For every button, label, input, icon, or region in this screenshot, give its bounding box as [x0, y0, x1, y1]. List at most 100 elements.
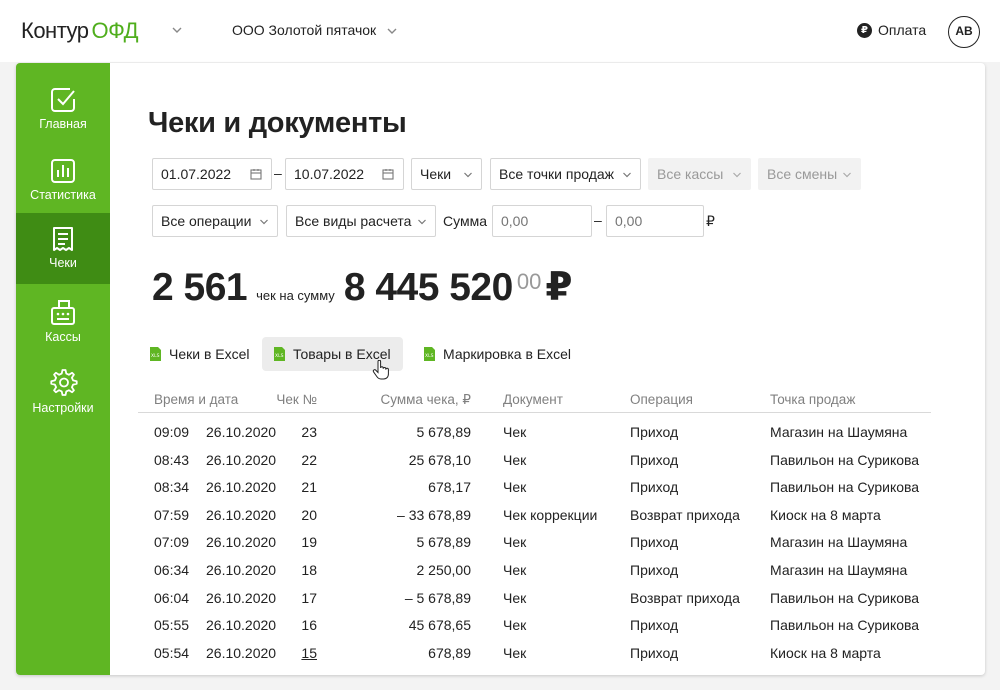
cell-number: 16 — [301, 617, 317, 634]
chevron-down-icon[interactable] — [171, 24, 183, 36]
cell-number[interactable]: 15 — [301, 645, 317, 661]
cell-document: Чек коррекции — [503, 506, 598, 523]
date-to-field[interactable]: 10.07.2022 — [285, 158, 404, 190]
payment-types-select[interactable]: Все виды расчета — [286, 205, 436, 237]
cell-point: Павильон на Сурикова — [770, 617, 920, 634]
logo-text-ofd: ОФД — [91, 18, 139, 43]
col-header-time-date[interactable]: Время и дата — [154, 392, 238, 407]
bar-chart-icon — [51, 159, 75, 183]
chevron-down-icon — [260, 219, 268, 225]
shifts-select[interactable]: Все смены — [758, 158, 861, 190]
date-to-value: 10.07.2022 — [294, 166, 365, 182]
points-select[interactable]: Все точки продаж — [490, 158, 641, 190]
sum-label: Сумма — [443, 213, 487, 229]
table-row[interactable]: 05:55 26.10.2020 16 45 678,65 Чек Приход… — [138, 610, 931, 638]
table-row[interactable]: 08:34 26.10.2020 21 678,17 Чек Приход Па… — [138, 472, 931, 500]
operations-select[interactable]: Все операции — [152, 205, 278, 237]
top-bar: Контур ОФД ООО Золотой пятачок ₽ Оплата А… — [0, 0, 1000, 62]
cell-sum: – 5 678,89 — [404, 589, 471, 606]
calendar-icon[interactable] — [382, 168, 394, 180]
table-row[interactable]: 09:09 26.10.2020 23 5 678,89 Чек Приход … — [138, 417, 931, 445]
cell-time: 09:09 — [154, 424, 190, 440]
col-header-document[interactable]: Документ — [503, 392, 563, 407]
doc-type-value: Чеки — [420, 166, 452, 182]
cell-operation: Приход — [630, 534, 679, 551]
content-area: Чеки и документы 01.07.2022 – 10.07.2022… — [110, 63, 985, 675]
cell-operation: Приход — [630, 424, 679, 440]
table-row[interactable]: 08:43 26.10.2020 22 25 678,10 Чек Приход… — [138, 445, 931, 473]
cell-date: 26.10.2020 — [206, 644, 277, 661]
cell-date: 26.10.2020 — [206, 479, 277, 496]
cell-sum: 678,17 — [428, 479, 471, 496]
chevron-down-icon[interactable] — [386, 25, 398, 37]
col-header-number[interactable]: Чек № — [276, 392, 317, 407]
calendar-icon[interactable] — [250, 168, 262, 180]
sum-from-input[interactable] — [492, 205, 592, 237]
payment-link[interactable]: ₽ Оплата — [857, 22, 926, 38]
receipts-count: 2 561 — [152, 266, 248, 309]
cell-number: 20 — [301, 506, 317, 523]
col-header-sum[interactable]: Сумма чека, ₽ — [380, 392, 471, 408]
date-from-value: 01.07.2022 — [161, 166, 232, 182]
cell-point: Киоск на 8 марта — [770, 644, 881, 661]
cell-number: 18 — [301, 561, 317, 578]
cell-date: 26.10.2020 — [206, 534, 277, 551]
chevron-down-icon — [843, 172, 851, 178]
table-row[interactable]: 07:59 26.10.2020 20 – 33 678,89 Чек корр… — [138, 500, 931, 528]
svg-text:XLS: XLS — [425, 353, 434, 359]
cell-number: 22 — [301, 451, 317, 468]
col-header-point[interactable]: Точка продаж — [770, 392, 855, 407]
avatar[interactable]: АВ — [948, 16, 980, 48]
ruble-circle-icon: ₽ — [857, 22, 872, 38]
table-row[interactable]: 06:34 26.10.2020 18 2 250,00 Чек Приход … — [138, 555, 931, 583]
shifts-value: Все смены — [767, 166, 838, 182]
cell-document: Чек — [503, 589, 527, 606]
logo[interactable]: Контур ОФД — [21, 18, 139, 44]
sidebar-item-registers[interactable]: Кассы — [16, 292, 110, 363]
export-marking-label: Маркировка в Excel — [443, 346, 572, 362]
receipt-icon — [53, 227, 73, 251]
sum-to-input[interactable] — [606, 205, 704, 237]
cell-operation: Приход — [630, 561, 679, 578]
receipts-summary: 2 561 чек на сумму 8 445 520 00 ₽ — [152, 265, 572, 310]
table-row[interactable]: 07:09 26.10.2020 19 5 678,89 Чек Приход … — [138, 527, 931, 555]
col-header-operation[interactable]: Операция — [630, 392, 693, 407]
sidebar-item-statistics[interactable]: Статистика — [16, 150, 110, 221]
cell-number: 21 — [301, 479, 317, 496]
cell-operation: Возврат прихода — [630, 589, 740, 606]
cell-sum: 45 678,65 — [408, 617, 471, 634]
sidebar-item-home[interactable]: Главная — [16, 79, 110, 150]
cell-document: Чек — [503, 644, 527, 661]
export-receipts-button[interactable]: XLS Чеки в Excel — [138, 337, 262, 371]
registers-value: Все кассы — [657, 166, 724, 182]
sidebar-item-label: Настройки — [32, 401, 94, 415]
cell-sum: 678,89 — [428, 644, 471, 661]
cell-operation: Возврат прихода — [630, 506, 740, 523]
cell-time: 07:09 — [154, 534, 190, 551]
hand-cursor-icon — [372, 360, 389, 380]
sidebar-item-label: Чеки — [49, 256, 77, 270]
export-marking-button[interactable]: XLS Маркировка в Excel — [412, 337, 583, 371]
cell-point: Киоск на 8 марта — [770, 506, 881, 523]
sidebar-item-receipts[interactable]: Чеки — [16, 213, 110, 284]
cell-date: 26.10.2020 — [206, 451, 277, 468]
registers-select[interactable]: Все кассы — [648, 158, 751, 190]
excel-file-icon: XLS — [150, 347, 161, 361]
chevron-down-icon — [464, 172, 472, 178]
sum-currency: ₽ — [706, 213, 715, 229]
doc-type-select[interactable]: Чеки — [411, 158, 482, 190]
table-row[interactable]: 05:54 26.10.2020 15 678,89 Чек Приход Ки… — [138, 638, 931, 666]
cell-time: 07:59 — [154, 506, 190, 523]
date-from-field[interactable]: 01.07.2022 — [152, 158, 272, 190]
receipts-table: Время и дата Чек № Сумма чека, ₽ Докумен… — [138, 389, 931, 665]
cell-date: 26.10.2020 — [206, 561, 277, 578]
points-value: Все точки продаж — [499, 166, 615, 182]
table-row[interactable]: 06:04 26.10.2020 17 – 5 678,89 Чек Возвр… — [138, 583, 931, 611]
sidebar-item-settings[interactable]: Настройки — [16, 364, 110, 435]
org-selector[interactable]: ООО Золотой пятачок — [232, 22, 376, 38]
receipts-currency: ₽ — [545, 266, 573, 309]
svg-text:XLS: XLS — [151, 353, 160, 359]
cell-point: Павильон на Сурикова — [770, 451, 920, 468]
cell-point: Магазин на Шаумяна — [770, 424, 908, 440]
cell-document: Чек — [503, 479, 527, 496]
